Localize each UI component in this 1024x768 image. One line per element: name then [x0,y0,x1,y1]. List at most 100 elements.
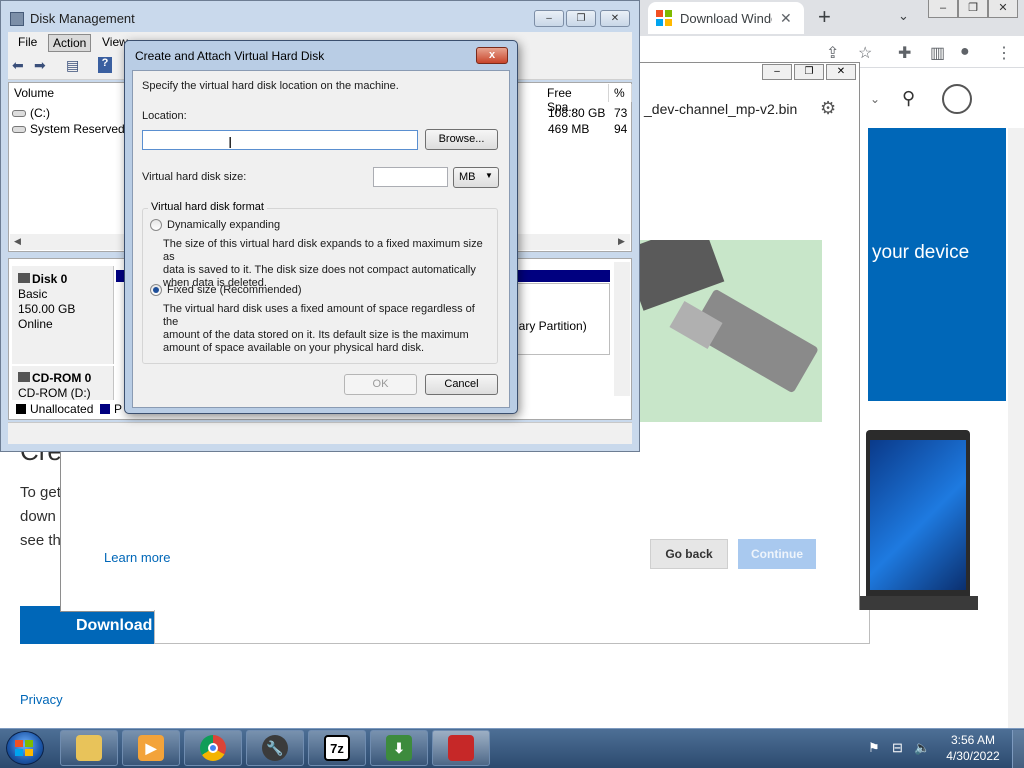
account-icon[interactable] [942,84,972,114]
disk-name: Disk 0 [32,272,68,286]
drive-icon [12,110,26,117]
restore-icon[interactable]: ❐ [566,10,596,27]
column-header-percent-free[interactable]: % F [610,84,632,102]
wrench-icon: 🔧 [262,735,288,761]
dropdown-arrow-icon: ▼ [485,171,493,180]
close-icon[interactable]: x [476,47,508,64]
fixed-size-radio[interactable] [150,284,162,296]
volume-icon[interactable]: 🔈 [914,740,930,756]
taskbar-disk-management[interactable] [432,730,490,766]
continue-button[interactable]: Continue [738,539,816,569]
dialog-intro: Specify the virtual hard disk location o… [142,80,399,92]
volume-row[interactable]: System Reserved [12,122,125,136]
size-label: Virtual hard disk size: [142,171,247,183]
legend-unallocated: Unallocated [30,402,94,416]
disk-0-label[interactable]: Disk 0 Basic 150.00 GB Online [12,266,114,364]
back-arrow-icon[interactable]: ⬅ [12,57,24,74]
partition-label: nary Partition) [512,319,587,333]
dialog-title: Create and Attach Virtual Hard Disk [135,49,325,63]
close-icon[interactable]: ✕ [988,0,1018,18]
installer-icon: ⬇ [386,735,412,761]
browser-tab[interactable]: Download Windo ✕ [648,2,804,34]
body-text-line: To get [20,484,61,501]
disk-management-icon [10,12,24,26]
minimize-icon[interactable]: – [534,10,564,27]
tab-close-icon[interactable]: ✕ [780,10,792,27]
column-header-free-space[interactable]: Free Spa... [543,84,609,114]
tool-window-controls: – ❐ ✕ [762,64,858,80]
body-text-line: see th [20,532,61,549]
disk-icon [18,273,30,283]
close-icon[interactable]: ✕ [826,64,856,80]
disk-status: Online [18,317,53,331]
search-icon[interactable]: ⚲ [902,88,915,109]
usb-drive-illustration [640,240,822,422]
menu-action[interactable]: Action [48,34,92,52]
chrome-icon [200,735,226,761]
action-center-icon[interactable]: ⚑ [868,740,880,756]
fixed-option-description: The virtual hard disk uses a fixed amoun… [163,303,475,354]
taskbar-chrome[interactable] [184,730,242,766]
windows-logo-icon [15,740,33,756]
gear-icon[interactable]: ⚙ [820,98,836,119]
menu-file[interactable]: File [14,34,41,50]
disk-type: Basic [18,287,48,301]
console-tree-icon[interactable]: ▤ [66,57,79,74]
tab-search-chevron-icon[interactable]: ⌄ [898,8,909,24]
clock-time: 3:56 AM [950,733,996,747]
cancel-button[interactable]: Cancel [425,374,498,395]
bookmark-star-icon[interactable]: ☆ [858,43,872,63]
fixed-option-label[interactable]: Fixed size (Recommended) [167,284,302,296]
media-player-icon: ▶ [138,735,164,761]
new-tab-icon[interactable]: + [818,4,831,30]
location-input[interactable] [142,130,418,150]
taskbar-7zip[interactable]: 7z [308,730,366,766]
cdrom-name: CD-ROM 0 [32,371,92,385]
ok-button[interactable]: OK [344,374,417,395]
taskbar-media-player[interactable]: ▶ [122,730,180,766]
go-back-button[interactable]: Go back [650,539,728,569]
dynamic-option-description: The size of this virtual hard disk expan… [163,238,483,289]
privacy-link[interactable]: Privacy [20,692,63,707]
share-icon[interactable]: ⇪ [826,43,839,63]
microsoft-logo-icon [656,10,672,26]
browse-button[interactable]: Browse... [425,129,498,150]
forward-arrow-icon[interactable]: ➡ [34,57,46,74]
help-icon[interactable]: ? [98,57,112,73]
volume-row[interactable]: (C:) [12,106,50,120]
network-icon[interactable]: ⊟ [892,740,903,756]
vertical-scrollbar[interactable] [614,262,630,396]
status-bar [8,422,632,444]
profile-icon[interactable]: ● [960,43,970,61]
dynamic-option-label[interactable]: Dynamically expanding [167,219,280,231]
volume-name: (C:) [30,106,50,120]
close-icon[interactable]: ✕ [600,10,630,27]
cdrom-label[interactable]: CD-ROM 0 CD-ROM (D:) [12,366,114,400]
size-input[interactable] [373,167,448,187]
minimize-icon[interactable]: – [928,0,958,18]
hero-banner [868,128,1006,401]
menu-kebab-icon[interactable]: ⋮ [996,43,1012,63]
primary-partition-swatch [100,404,110,414]
restore-icon[interactable]: ❐ [794,64,824,80]
page-scrollbar[interactable] [1008,128,1024,728]
taskbar-explorer[interactable] [60,730,118,766]
hero-text: your device [872,242,970,263]
taskbar-installer[interactable]: ⬇ [370,730,428,766]
minimize-icon[interactable]: – [762,64,792,80]
taskbar-tools[interactable]: 🔧 [246,730,304,766]
learn-more-link[interactable]: Learn more [104,550,170,565]
extensions-puzzle-icon[interactable]: ✚ [898,43,911,63]
dynamic-radio[interactable] [150,219,162,231]
scroll-right-icon[interactable]: ▶ [618,236,625,247]
cdrom-icon [18,372,30,382]
show-desktop-button[interactable] [1012,730,1024,768]
file-name: _dev-channel_mp-v2.bin [644,101,798,117]
restore-icon[interactable]: ❐ [958,0,988,18]
side-panel-icon[interactable]: ▥ [930,43,945,63]
volume-pct: 73 [614,106,628,120]
clock[interactable]: 3:56 AM 4/30/2022 [940,732,1006,764]
scroll-left-icon[interactable]: ◀ [14,236,21,247]
chevron-down-icon[interactable]: ⌄ [870,92,880,106]
volume-free: 108.80 GB [548,106,606,120]
